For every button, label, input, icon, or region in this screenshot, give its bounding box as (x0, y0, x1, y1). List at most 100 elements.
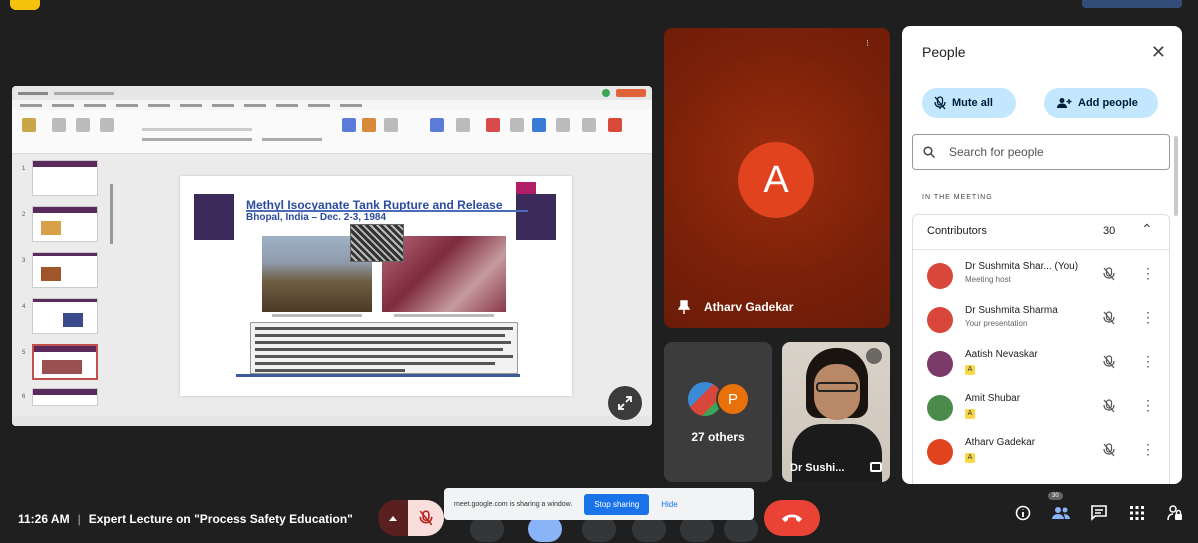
participant-name: Dr Sushmita Sharma (965, 305, 1058, 316)
others-count-label: 27 others (691, 430, 745, 444)
participant-tile-main[interactable]: ⁝ A Atharv Gadekar (664, 28, 890, 328)
app-statusbar (12, 416, 652, 426)
app-menu (12, 100, 652, 110)
participant-row[interactable]: Amit Shubar A ⋮ (927, 389, 1167, 429)
more-options-icon[interactable]: ⋮ (1141, 397, 1155, 414)
participant-name: Amit Shubar (965, 393, 1021, 404)
participant-row[interactable]: Aatish Nevaskar A ⋮ (927, 345, 1167, 385)
more-options-icon[interactable]: ⋮ (1141, 441, 1155, 458)
search-input[interactable] (949, 145, 1149, 159)
slide-thumbnail[interactable] (32, 160, 98, 196)
shared-screen-tile[interactable]: 1 2 3 4 5 6 Methyl Isocyanate Tank Ruptu… (12, 86, 652, 426)
participant-badge: A (965, 453, 975, 463)
contributors-label[interactable]: Contributors (927, 225, 987, 237)
slide-editor: 1 2 3 4 5 6 Methyl Isocyanate Tank Ruptu… (12, 154, 652, 426)
participant-badge: A (965, 409, 975, 419)
mic-off-icon[interactable] (1103, 399, 1115, 413)
stop-sharing-button[interactable]: Stop sharing (584, 493, 650, 515)
meeting-info-button[interactable] (1014, 504, 1032, 522)
participant-you-tag: (You) (1054, 261, 1079, 272)
top-strip (0, 0, 1198, 10)
fullscreen-button[interactable] (608, 386, 642, 420)
clock-time: 11:26 AM (18, 512, 70, 526)
more-options-icon[interactable]: ⋮ (1141, 353, 1155, 370)
slide-thumbnail[interactable] (32, 298, 98, 334)
participant-name: Atharv Gadekar (965, 437, 1036, 448)
mic-off-icon (934, 96, 946, 110)
participant-row[interactable]: Dr Sushmita Sharma Your presentation ⋮ (927, 301, 1167, 341)
participant-avatar: A (738, 142, 814, 218)
info-icon (1015, 505, 1031, 521)
grid-icon (1130, 506, 1144, 520)
sharing-notification: meet.google.com is sharing a window. Sto… (444, 488, 754, 520)
add-person-icon (1057, 98, 1072, 108)
mic-off-icon[interactable] (1103, 355, 1115, 369)
expand-icon (618, 396, 632, 410)
people-panel: People ✕ Mute all Add people IN THE MEET… (902, 26, 1182, 484)
participant-avatar (927, 395, 953, 421)
add-people-button[interactable]: Add people (1044, 88, 1158, 118)
app-titlebar (12, 86, 652, 100)
participant-role: Your presentation (965, 319, 1028, 328)
slide-thumbnail[interactable] (32, 388, 98, 406)
slide-photo-inset (350, 224, 404, 262)
participant-name: Atharv Gadekar (704, 300, 794, 314)
pin-icon (678, 300, 690, 314)
activities-button[interactable] (1128, 504, 1146, 522)
chat-button[interactable] (1090, 504, 1108, 522)
participant-avatar (927, 439, 953, 465)
participant-name: Dr Sushmita Shar... (965, 261, 1052, 272)
people-count-badge: 30 (1048, 492, 1063, 500)
slide-thumbnail[interactable] (32, 206, 98, 242)
mute-all-button[interactable]: Mute all (922, 88, 1016, 118)
people-icon (1052, 507, 1070, 519)
microphone-toggle[interactable] (408, 500, 444, 536)
chat-icon (1091, 505, 1107, 521)
picture-in-picture-icon[interactable] (870, 462, 882, 472)
thumbnail-scrollbar[interactable] (110, 184, 113, 244)
more-options-icon[interactable]: ⋮ (1141, 265, 1155, 282)
slide-body-text (250, 322, 518, 374)
share-button[interactable] (616, 89, 646, 97)
slide-subtitle: Bhopal, India – Dec. 2-3, 1984 (246, 212, 387, 223)
panel-scrollbar[interactable] (1174, 136, 1178, 216)
participant-avatar (927, 351, 953, 377)
participant-avatar (927, 307, 953, 333)
mic-off-icon[interactable] (1103, 311, 1115, 325)
more-options-icon[interactable]: ⋮ (1141, 309, 1155, 326)
phone-hangup-icon (782, 514, 802, 522)
mic-off-icon[interactable] (1103, 267, 1115, 281)
meeting-title: Expert Lecture on "Process Safety Educat… (88, 512, 353, 526)
others-tile[interactable]: P 27 others (664, 342, 772, 482)
host-controls-button[interactable] (1166, 504, 1184, 522)
self-view-tile[interactable]: Dr Sushi... (782, 342, 890, 482)
contributors-count: 30 (1103, 225, 1116, 237)
mic-off-icon (419, 510, 433, 526)
slide-thumbnail-selected[interactable] (32, 344, 98, 380)
slide-thumbnails: 1 2 3 4 5 6 (18, 160, 108, 410)
close-icon[interactable]: ✕ (1151, 42, 1166, 63)
lock-person-icon (1167, 505, 1182, 521)
mic-off-icon[interactable] (1103, 443, 1115, 457)
top-yellow-tab (10, 0, 40, 10)
top-blue-tab (1082, 0, 1182, 8)
self-view-name: Dr Sushi... (790, 462, 845, 474)
slide-thumbnail[interactable] (32, 252, 98, 288)
record-dot-icon (602, 89, 610, 97)
audio-options-button[interactable] (378, 500, 408, 536)
chevron-up-icon (389, 516, 397, 521)
contributors-section: Contributors 30 ⌃ Dr Sushmita Shar... (Y… (912, 214, 1170, 484)
leave-call-button[interactable] (764, 500, 820, 536)
add-people-label: Add people (1078, 97, 1138, 109)
section-label: IN THE MEETING (922, 194, 993, 201)
participant-row[interactable]: Atharv Gadekar A ⋮ (927, 433, 1167, 473)
chevron-up-icon[interactable]: ⌃ (1141, 221, 1153, 238)
mute-all-label: Mute all (952, 97, 993, 109)
tile-options-icon[interactable]: ⁝ (866, 38, 878, 50)
participant-row[interactable]: Dr Sushmita Shar... (You) Meeting host ⋮ (927, 257, 1167, 297)
people-search[interactable] (912, 134, 1170, 170)
others-avatar-initial: P (716, 382, 750, 416)
hide-button[interactable]: Hide (661, 500, 677, 509)
participant-badge: A (965, 365, 975, 375)
people-button[interactable]: 30 (1048, 492, 1070, 522)
